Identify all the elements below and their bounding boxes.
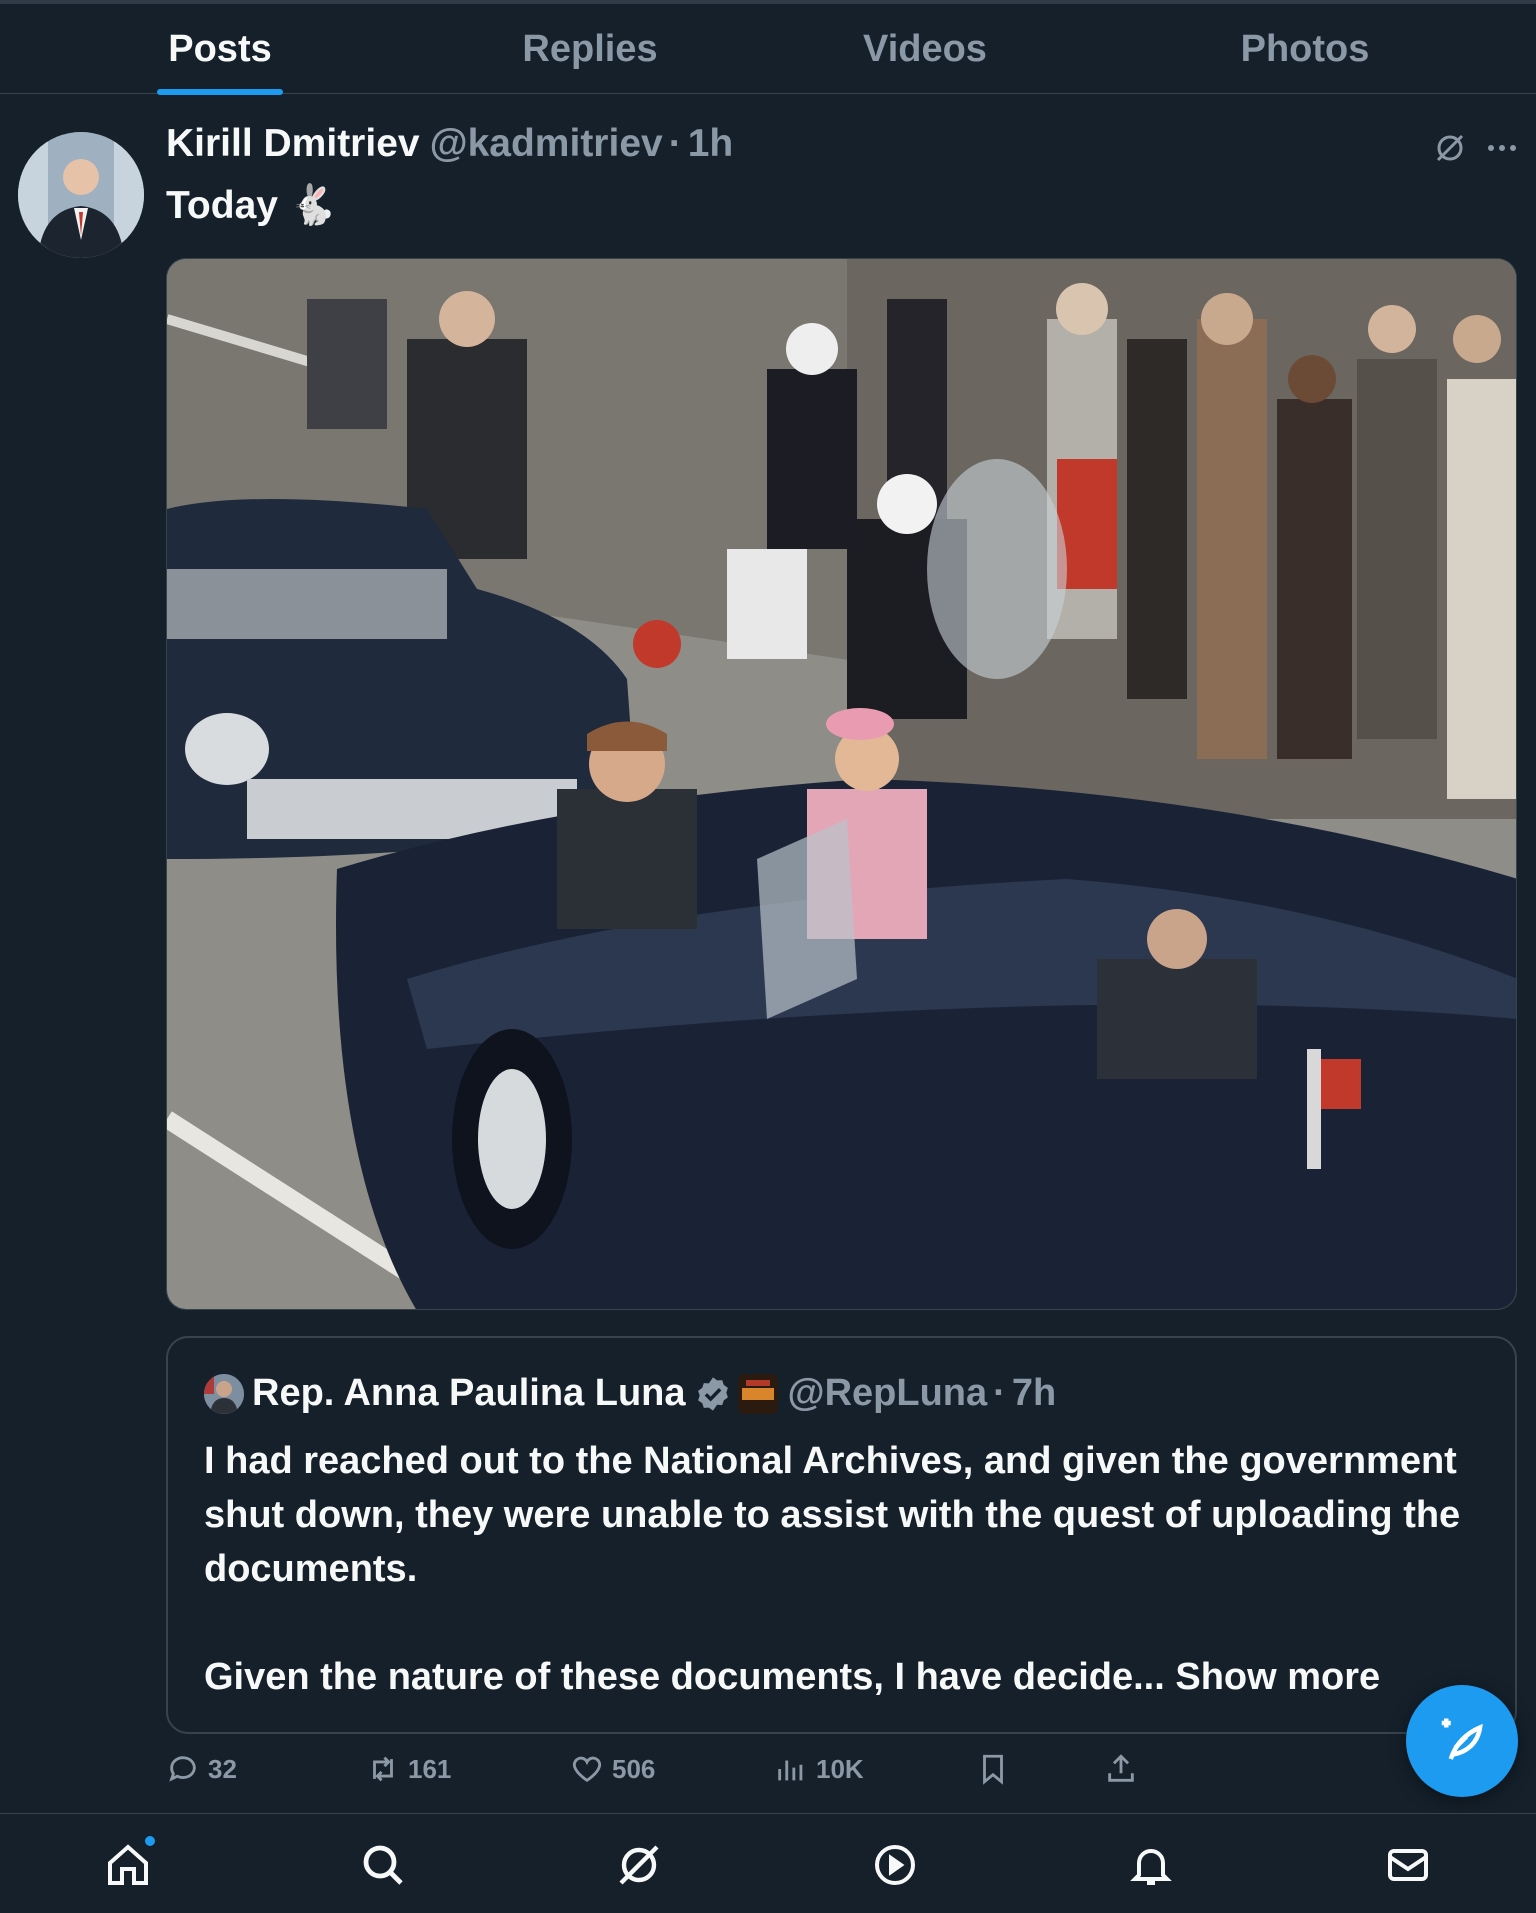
post-header: Kirill Dmitriev @kadmitriev · 1h: [166, 122, 733, 166]
nav-grok[interactable]: [614, 1840, 664, 1890]
quoted-post-time[interactable]: 7h: [1012, 1372, 1056, 1415]
author-name[interactable]: Kirill Dmitriev: [166, 122, 420, 166]
compose-post-button[interactable]: [1406, 1685, 1518, 1797]
bell-icon: [1130, 1849, 1172, 1885]
quoted-author-handle[interactable]: @RepLuna: [788, 1372, 988, 1415]
tab-replies[interactable]: Replies: [490, 4, 690, 94]
search-icon: [363, 1845, 403, 1885]
tab-replies-label: Replies: [522, 27, 658, 70]
nav-notifications[interactable]: [1126, 1840, 1176, 1890]
video-icon: [875, 1845, 915, 1885]
repost-button[interactable]: 161: [366, 1752, 451, 1786]
nav-video[interactable]: [870, 1840, 920, 1890]
quoted-separator-dot: ·: [993, 1372, 1006, 1414]
grok-nav-icon: [619, 1845, 659, 1885]
quoted-paragraph-1: I had reached out to the National Archiv…: [204, 1440, 1461, 1590]
compose-feather-icon: [1441, 1718, 1483, 1760]
affiliation-badge-icon: [737, 1373, 778, 1414]
author-handle[interactable]: @kadmitriev: [430, 122, 663, 166]
heart-icon: [572, 1756, 602, 1783]
show-more-link[interactable]: Show more: [1175, 1656, 1380, 1698]
separator-dot: ·: [668, 122, 682, 165]
author-avatar[interactable]: [18, 132, 144, 258]
profile-tabs: Posts Replies Videos Photos: [0, 4, 1536, 95]
reply-button[interactable]: 32: [166, 1752, 237, 1786]
share-icon: [1108, 1754, 1134, 1782]
more-options-icon[interactable]: [1484, 130, 1520, 166]
post-image[interactable]: [166, 258, 1517, 1310]
notification-dot: [143, 1834, 157, 1848]
nav-search[interactable]: [358, 1840, 408, 1890]
quoted-author-name[interactable]: Rep. Anna Paulina Luna: [252, 1372, 686, 1415]
like-count: 506: [612, 1753, 656, 1784]
bookmark-button[interactable]: [976, 1752, 1018, 1786]
repost-icon: [373, 1756, 393, 1782]
nav-messages[interactable]: [1383, 1840, 1433, 1890]
quoted-paragraph-2: Given the nature of these documents, I h…: [204, 1656, 1165, 1698]
mail-icon: [1388, 1849, 1428, 1881]
active-tab-indicator: [157, 89, 283, 95]
bookmark-icon: [983, 1754, 1003, 1785]
views-button[interactable]: 10K: [774, 1752, 864, 1786]
reply-icon: [169, 1756, 196, 1782]
quoted-post[interactable]: Rep. Anna Paulina Luna @RepLuna · 7h I h…: [166, 1336, 1517, 1734]
quoted-post-body: I had reached out to the National Archiv…: [204, 1434, 1494, 1704]
views-icon: [778, 1760, 803, 1781]
reply-count: 32: [208, 1753, 237, 1784]
bottom-navigation: [0, 1813, 1536, 1913]
tab-photos-label: Photos: [1240, 27, 1370, 70]
views-count: 10K: [816, 1753, 864, 1784]
repost-count: 161: [408, 1753, 452, 1784]
quoted-author-avatar[interactable]: [204, 1373, 244, 1414]
post-time[interactable]: 1h: [688, 122, 734, 166]
tab-videos[interactable]: Videos: [825, 4, 1025, 94]
quoted-paragraph-2-row: Given the nature of these documents, I h…: [204, 1650, 1494, 1704]
tab-posts[interactable]: Posts: [120, 4, 320, 95]
home-icon: [108, 1844, 148, 1885]
quoted-post-header: Rep. Anna Paulina Luna @RepLuna · 7h: [204, 1372, 1056, 1415]
tab-photos[interactable]: Photos: [1205, 4, 1405, 94]
post-text: Today 🐇: [166, 184, 338, 227]
tab-videos-label: Videos: [863, 27, 987, 70]
verified-badge-icon: [697, 1376, 728, 1411]
motorcade-photo-icon: [167, 259, 1516, 1309]
tab-posts-label: Posts: [168, 27, 272, 70]
like-button[interactable]: 506: [570, 1752, 655, 1786]
nav-home[interactable]: [103, 1834, 157, 1890]
share-button[interactable]: [1104, 1752, 1146, 1786]
grok-icon[interactable]: [1432, 130, 1468, 166]
